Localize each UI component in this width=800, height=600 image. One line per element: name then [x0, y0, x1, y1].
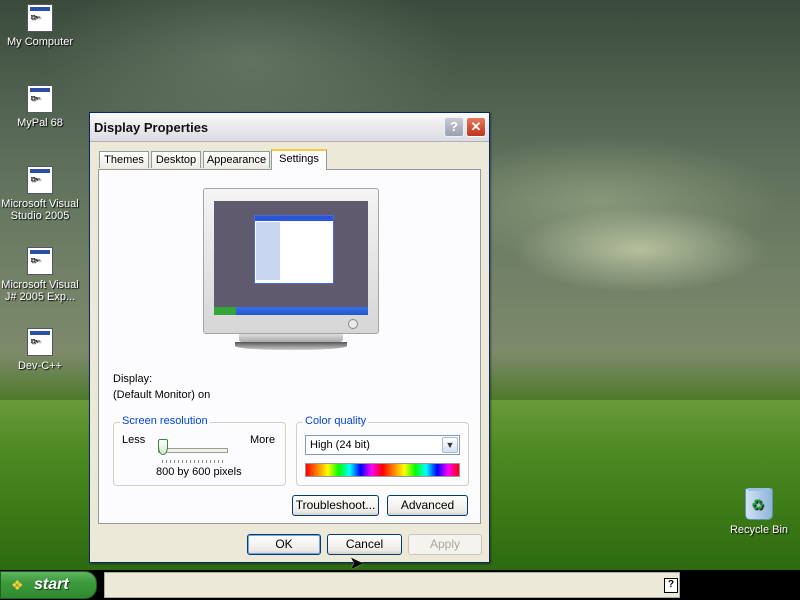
color-quality-legend: Color quality	[303, 415, 369, 427]
desktop-icon-label: Dev-C++	[17, 360, 63, 372]
settings-panel: Display: (Default Monitor) on Screen res…	[98, 169, 481, 573]
monitor-stand	[239, 334, 343, 342]
slider-ticks	[162, 460, 226, 463]
more-label: More	[250, 434, 276, 446]
help-button[interactable]: ?	[444, 117, 464, 137]
tab-desktop[interactable]: Desktop	[151, 151, 201, 168]
desktop-icon-label: Recycle Bin	[729, 524, 789, 536]
cancel-button[interactable]: Cancel	[327, 534, 402, 555]
tab-appearance[interactable]: Appearance	[203, 151, 270, 168]
monitor-base	[235, 342, 347, 350]
desktop-icon-label: My Computer	[6, 36, 74, 48]
screen-resolution-legend: Screen resolution	[120, 415, 210, 427]
tab-themes[interactable]: Themes	[99, 151, 149, 168]
title-bar[interactable]: Display Properties ? ✕	[90, 113, 489, 142]
desktop-icon-label: Microsoft Visual J# 2005 Exp...	[1, 279, 79, 303]
color-quality-select[interactable]: High (24 bit) ▼	[305, 435, 460, 455]
desktop-icon-label: Microsoft Visual Studio 2005	[1, 198, 79, 222]
color-quality-value: High (24 bit)	[310, 439, 370, 451]
desktop-icon-dev-cpp[interactable]: Dev-C++	[0, 328, 80, 372]
color-quality-group: Color quality High (24 bit) ▼	[296, 415, 469, 486]
chevron-down-icon[interactable]: ▼	[442, 437, 458, 453]
display-properties-window: Display Properties ? ✕ Themes Desktop Ap…	[89, 112, 490, 573]
recycle-bin-icon	[745, 488, 773, 520]
desktop-icon-my-computer[interactable]: My Computer	[0, 4, 80, 48]
color-spectrum-bar	[305, 463, 460, 477]
desktop-icon-visual-jsharp[interactable]: Microsoft Visual J# 2005 Exp...	[0, 247, 80, 303]
monitor-screen	[214, 201, 368, 315]
apply-button[interactable]: Apply	[408, 534, 482, 555]
resolution-slider-track[interactable]	[158, 448, 228, 453]
preview-start	[214, 307, 236, 315]
help-icon: ?	[450, 119, 458, 134]
display-label: Display:	[113, 373, 153, 385]
tray-help-icon[interactable]: ?	[664, 578, 678, 593]
screen-resolution-group: Screen resolution Less More 800 by 600 p…	[113, 415, 286, 486]
less-label: Less	[122, 434, 146, 446]
troubleshoot-button[interactable]: Troubleshoot...	[292, 495, 379, 516]
taskbar: ❖ start ?	[0, 570, 800, 600]
my-computer-icon	[27, 4, 53, 32]
windows-logo-icon: ❖	[11, 577, 24, 593]
resolution-slider-thumb[interactable]	[158, 439, 168, 455]
preview-window	[254, 215, 334, 284]
start-label: start	[34, 576, 69, 593]
preview-taskbar	[214, 307, 368, 315]
desktop-icon-label: MyPal 68	[17, 117, 63, 129]
visual-jsharp-icon	[27, 247, 53, 275]
close-icon: ✕	[470, 119, 482, 134]
visual-studio-icon	[27, 166, 53, 194]
display-value: (Default Monitor) on	[113, 389, 211, 401]
mypal-icon	[27, 85, 53, 113]
advanced-button[interactable]: Advanced	[387, 495, 468, 516]
power-icon	[348, 319, 358, 329]
monitor-preview	[203, 188, 379, 334]
desktop-icon-visual-studio[interactable]: Microsoft Visual Studio 2005	[0, 166, 80, 222]
taskbar-band	[104, 572, 680, 598]
resolution-value: 800 by 600 pixels	[156, 466, 242, 478]
desktop-icon-recycle-bin[interactable]: Recycle Bin	[719, 488, 799, 536]
desktop-icon-mypal[interactable]: MyPal 68	[0, 85, 80, 129]
dev-cpp-icon	[27, 328, 53, 356]
tab-settings[interactable]: Settings	[271, 149, 327, 170]
close-button[interactable]: ✕	[466, 117, 486, 137]
start-button[interactable]: ❖ start	[0, 571, 97, 599]
window-title: Display Properties	[94, 120, 209, 135]
ok-button[interactable]: OK	[247, 534, 321, 555]
